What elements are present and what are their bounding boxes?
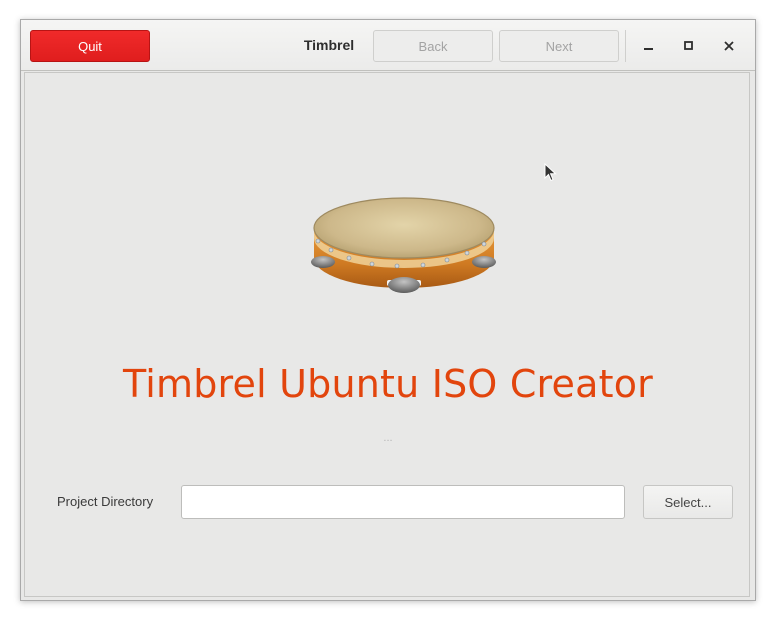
app-window: Quit Timbrel Back Next Timbrel Ubuntu IS…: [20, 19, 756, 601]
next-button[interactable]: Next: [499, 30, 619, 62]
project-directory-label: Project Directory: [57, 494, 154, 509]
header-bar: Quit Timbrel Back Next: [21, 20, 755, 71]
status-text: ...: [383, 432, 393, 444]
header-separator: [625, 30, 626, 62]
quit-button[interactable]: Quit: [30, 30, 150, 62]
close-icon[interactable]: [719, 36, 739, 56]
window-title: Timbrel: [303, 37, 355, 53]
tambourine-icon: [309, 192, 499, 312]
maximize-icon[interactable]: [679, 36, 699, 56]
mouse-cursor-icon: [544, 162, 558, 188]
app-title: Timbrel Ubuntu ISO Creator: [123, 362, 653, 406]
back-button[interactable]: Back: [373, 30, 493, 62]
select-button[interactable]: Select...: [643, 485, 733, 519]
minimize-icon[interactable]: [639, 36, 659, 56]
project-directory-input[interactable]: [181, 485, 625, 519]
